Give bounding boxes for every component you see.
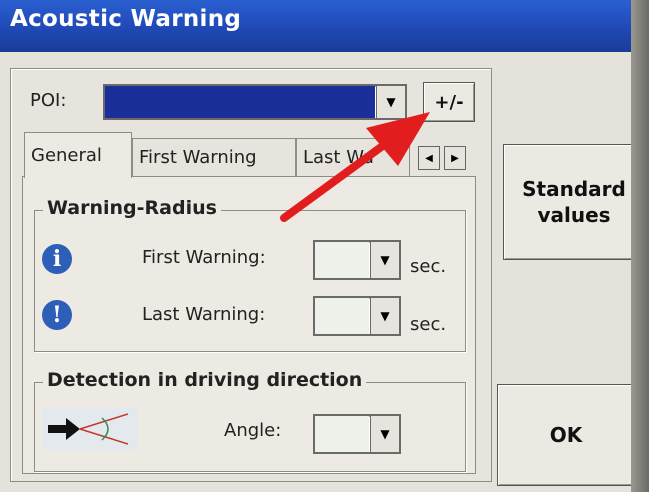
first-warning-value <box>315 242 369 278</box>
first-warning-label: First Warning: <box>142 247 266 268</box>
chevron-down-icon[interactable]: ▼ <box>370 242 399 278</box>
detection-title: Detection in driving direction <box>43 369 367 391</box>
title-bar: Acoustic Warning <box>0 0 649 52</box>
last-warning-label: Last Warning: <box>142 304 266 325</box>
angle-label: Angle: <box>224 420 282 441</box>
warning-radius-group: Warning-Radius <box>34 197 466 352</box>
chevron-down-icon[interactable]: ▼ <box>370 416 399 452</box>
direction-cone-icon <box>42 408 138 450</box>
tab-general[interactable]: General <box>24 132 132 178</box>
tab-scroll-right-icon[interactable]: ▶ <box>444 146 466 170</box>
ok-button[interactable]: OK <box>497 384 635 486</box>
last-warning-combobox[interactable]: ▼ <box>313 296 401 336</box>
standard-values-button[interactable]: Standard values <box>503 144 645 260</box>
warning-radius-title: Warning-Radius <box>43 197 221 219</box>
first-warning-unit: sec. <box>410 256 447 277</box>
screen-bezel <box>631 0 649 492</box>
standard-values-label: Standard values <box>522 177 626 227</box>
last-warning-unit: sec. <box>410 314 447 335</box>
last-warning-value <box>315 298 369 334</box>
angle-combobox[interactable]: ▼ <box>313 414 401 454</box>
angle-value <box>315 416 369 452</box>
chevron-down-icon[interactable]: ▼ <box>370 298 399 334</box>
window-title: Acoustic Warning <box>10 6 242 32</box>
exclamation-icon: ! <box>42 300 72 330</box>
annotation-arrow-icon <box>280 112 430 222</box>
info-icon: i <box>42 244 72 274</box>
poi-label: POI: <box>30 90 67 111</box>
first-warning-combobox[interactable]: ▼ <box>313 240 401 280</box>
